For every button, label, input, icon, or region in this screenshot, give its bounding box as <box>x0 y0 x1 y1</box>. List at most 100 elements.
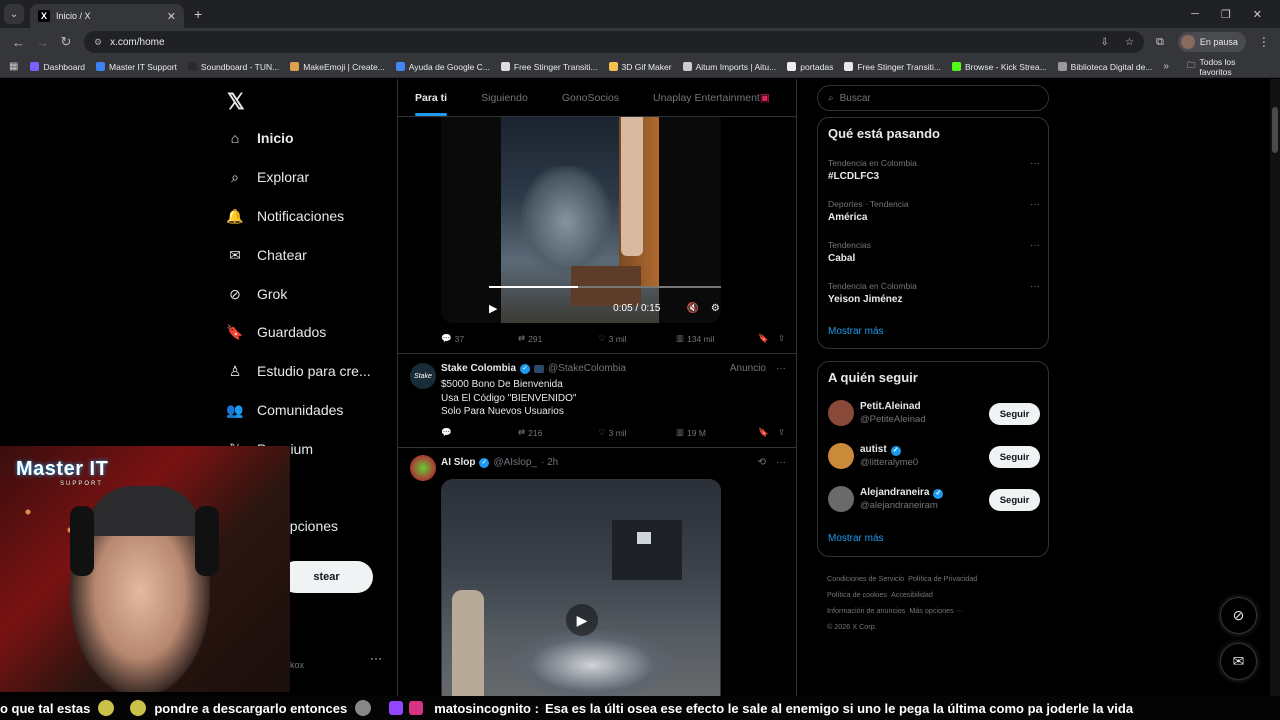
back-icon[interactable]: ← <box>12 35 25 50</box>
tab-unaplay-entertainment[interactable]: Unaplay Entertainment ▣ <box>636 79 787 116</box>
grok-fab-icon[interactable]: ⊘ <box>1220 597 1257 634</box>
avatar[interactable] <box>828 443 854 469</box>
nav-item-comunidades[interactable]: 👥 Comunidades <box>226 401 343 419</box>
close-window-icon[interactable]: ✕ <box>1253 8 1262 21</box>
nav-item-opciones[interactable]: opciones <box>282 518 338 534</box>
nav-item-estudio-para-cre-[interactable]: ♙ Estudio para cre... <box>226 362 371 380</box>
author-handle[interactable]: @StakeColombia <box>548 363 626 374</box>
footer-link[interactable]: Accesibilidad <box>891 590 933 599</box>
trend-item[interactable]: Deportes · Tendencia América ··· <box>828 199 1040 223</box>
footer-link[interactable]: Información de anuncios <box>827 606 905 615</box>
follow-button[interactable]: Seguir <box>989 403 1040 425</box>
bookmark-button[interactable]: 🔖 <box>758 333 778 344</box>
post-time[interactable]: · 2h <box>541 457 558 468</box>
account-menu-icon[interactable]: ··· <box>370 651 382 665</box>
show-more-suggestions[interactable]: Mostrar más <box>828 533 884 544</box>
like-button[interactable]: ♡ 3 mil <box>598 427 676 438</box>
install-app-icon[interactable]: ⇩ <box>1101 37 1109 48</box>
repost-button[interactable]: ⇄ 216 <box>518 427 598 438</box>
repost-button[interactable]: ⇄ 291 <box>518 333 598 344</box>
bookmark-item[interactable]: Soundboard - TUN... <box>187 62 279 72</box>
star-icon[interactable]: ☆ <box>1125 37 1134 48</box>
reply-button[interactable]: 💬 <box>441 427 518 438</box>
forward-icon[interactable]: → <box>36 35 49 50</box>
video-player-1[interactable]: ▶ 0:05 / 0:15 🔇 ⚙ ⧉ ⤢ <box>441 116 721 323</box>
nav-item-explorar[interactable]: ⌕ Explorar <box>226 168 309 186</box>
post-button[interactable]: stear <box>280 561 373 593</box>
reply-button[interactable]: 💬 37 <box>441 333 518 344</box>
reload-icon[interactable]: ↻ <box>60 34 72 50</box>
follow-suggestion[interactable]: Alejandraneira ✓ @alejandraneiram Seguir <box>828 486 1040 516</box>
avatar[interactable] <box>828 400 854 426</box>
bookmark-button[interactable]: 🔖 <box>758 427 778 438</box>
close-tab-icon[interactable]: ✕ <box>167 10 176 23</box>
views-button[interactable]: ▥ 134 mil <box>676 333 758 344</box>
footer-link[interactable]: Más opciones ··· <box>909 606 963 615</box>
bookmark-item[interactable]: Master IT Support <box>96 62 177 72</box>
footer-link[interactable]: Política de Privacidad <box>908 574 977 583</box>
stake-avatar[interactable]: Stake <box>410 363 436 389</box>
trend-more-icon[interactable]: ··· <box>1030 158 1040 169</box>
nav-item-inicio[interactable]: ⌂ Inicio <box>226 129 294 147</box>
footer-link[interactable]: Política de cookies <box>827 590 887 599</box>
show-more-trends[interactable]: Mostrar más <box>828 326 884 337</box>
site-info-icon[interactable]: ⚙ <box>94 37 102 48</box>
trend-more-icon[interactable]: ··· <box>1030 281 1040 292</box>
follow-suggestion[interactable]: Petit.Aleinad @PetiteAleinad Seguir <box>828 400 1040 430</box>
nav-item-notificaciones[interactable]: 🔔 Notificaciones <box>226 207 344 225</box>
new-tab-icon[interactable]: + <box>194 6 202 22</box>
nav-item-chatear[interactable]: ✉ Chatear <box>226 246 307 264</box>
tab-para-ti[interactable]: Para ti <box>398 79 464 116</box>
apps-grid-icon[interactable]: ▦ <box>9 61 18 72</box>
bookmark-item[interactable]: Aitum Imports | Aitu... <box>682 62 776 72</box>
video-player-2[interactable]: ▶ <box>441 479 721 720</box>
bookmark-item[interactable]: 3D Gif Maker <box>608 62 672 72</box>
more-icon[interactable]: ··· <box>776 457 786 468</box>
avatar[interactable] <box>828 486 854 512</box>
grok-icon[interactable]: ⟲ <box>758 457 766 468</box>
bookmarks-overflow-icon[interactable]: » <box>1163 61 1169 72</box>
more-icon[interactable]: ··· <box>776 363 786 374</box>
tab-siguiendo[interactable]: Siguiendo <box>464 79 545 116</box>
bookmark-item[interactable]: portadas <box>787 62 833 72</box>
bookmark-item[interactable]: Ayuda de Google C... <box>395 62 490 72</box>
bookmark-item[interactable]: Dashboard <box>30 62 85 72</box>
bookmark-item[interactable]: Free Stinger Transiti... <box>844 62 941 72</box>
share-button[interactable]: ⇪ <box>778 427 785 438</box>
footer-link[interactable]: Condiciones de Servicio <box>827 574 904 583</box>
browser-menu-icon[interactable]: ⋮ <box>1258 35 1270 49</box>
author-name[interactable]: AI Slop <box>441 457 475 468</box>
mute-icon[interactable]: 🔇 <box>686 303 698 314</box>
bookmark-item[interactable]: Biblioteca Digital de... <box>1057 62 1152 72</box>
ai-slop-avatar[interactable] <box>410 455 436 481</box>
tab-search-icon[interactable]: ⌄ <box>4 4 24 24</box>
video-progress-bar[interactable] <box>489 286 721 288</box>
play-icon[interactable]: ▶ <box>489 302 497 315</box>
follow-button[interactable]: Seguir <box>989 446 1040 468</box>
settings-icon[interactable]: ⚙ <box>711 303 720 314</box>
search-input[interactable]: ⌕ Buscar <box>817 85 1049 111</box>
browser-tab[interactable]: X Inicio / X ✕ <box>30 4 184 28</box>
profile-button[interactable]: En pausa <box>1177 32 1246 52</box>
x-logo-icon[interactable]: 𝕏 <box>227 89 245 115</box>
nav-item-grok[interactable]: ⊘ Grok <box>226 285 287 303</box>
bookmark-item[interactable]: Browse - Kick Strea... <box>951 62 1047 72</box>
messages-fab-icon[interactable]: ✉ <box>1220 643 1257 680</box>
trend-item[interactable]: Tendencia en Colombia #LCDLFC3 ··· <box>828 158 1040 182</box>
play-icon[interactable]: ▶ <box>566 604 598 636</box>
trend-more-icon[interactable]: ··· <box>1030 199 1040 210</box>
trend-item[interactable]: Tendencia en Colombia Yeison Jiménez ··· <box>828 281 1040 305</box>
extensions-icon[interactable]: ⧉ <box>1156 36 1164 49</box>
views-button[interactable]: ▥ 19 M <box>676 427 758 438</box>
tab-gonosocios[interactable]: GonoSocios <box>545 79 636 116</box>
trend-item[interactable]: Tendencias Cabal ··· <box>828 240 1040 264</box>
like-button[interactable]: ♡ 3 mil <box>598 333 676 344</box>
minimize-icon[interactable]: ─ <box>1191 8 1199 21</box>
bookmark-item[interactable]: MakeEmoji | Create... <box>290 62 385 72</box>
follow-suggestion[interactable]: autist ✓ @litteralyme0 Seguir <box>828 443 1040 473</box>
page-scrollbar[interactable] <box>1270 79 1280 720</box>
author-handle[interactable]: @AIslop_ <box>493 457 537 468</box>
share-button[interactable]: ⇪ <box>778 333 785 344</box>
nav-item-guardados[interactable]: 🔖 Guardados <box>226 323 326 341</box>
all-bookmarks[interactable]: 🗀 Todos los favoritos <box>1187 57 1266 77</box>
